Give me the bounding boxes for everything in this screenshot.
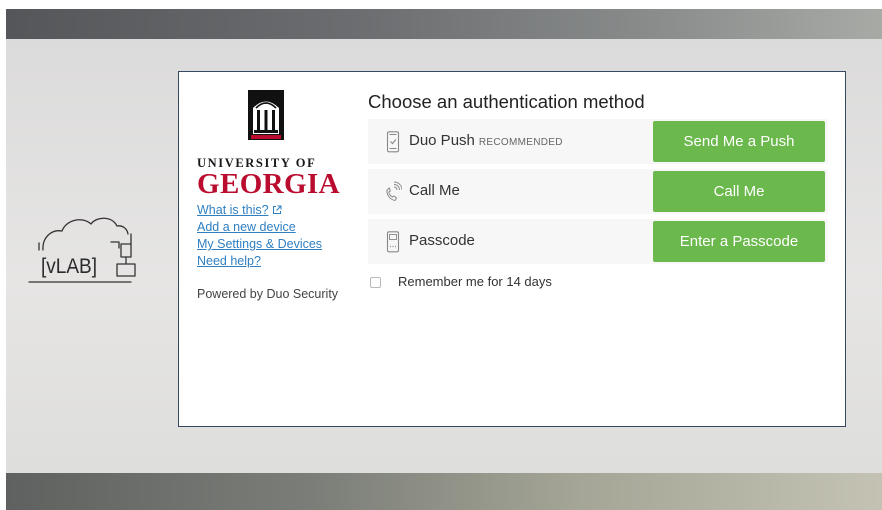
- remember-me-label[interactable]: Remember me for 14 days: [398, 274, 552, 289]
- call-me-button[interactable]: Call Me: [653, 171, 825, 212]
- recommended-badge: RECOMMENDED: [478, 137, 563, 148]
- add-device-link[interactable]: Add a new device: [197, 219, 347, 236]
- vlab-logo: [vLAB]: [28, 217, 136, 283]
- remember-me-row: Remember me for 14 days: [368, 272, 828, 292]
- vlab-logo-text: [vLAB]: [41, 255, 97, 278]
- method-row-call: Call Me Call Me: [368, 169, 828, 214]
- external-link-icon: [272, 205, 282, 214]
- duo-push-label: Duo Push: [409, 132, 475, 149]
- georgia-wordmark: GEORGIA: [197, 168, 340, 200]
- phone-check-icon: [386, 131, 400, 153]
- sidebar: UNIVERSITY OF GEORGIA What is this? Add …: [197, 90, 347, 301]
- bottom-banner: [6, 473, 882, 510]
- send-push-button[interactable]: Send Me a Push: [653, 121, 825, 162]
- top-banner: [6, 9, 882, 39]
- passcode-icon: [386, 231, 400, 253]
- auth-heading: Choose an authentication method: [368, 91, 645, 112]
- duo-prompt-frame: UNIVERSITY OF GEORGIA What is this? Add …: [178, 71, 846, 427]
- enter-passcode-button[interactable]: Enter a Passcode: [653, 221, 825, 262]
- auth-panel: Choose an authentication method Duo Push…: [368, 90, 828, 292]
- method-label-passcode: Passcode: [409, 232, 475, 249]
- remember-me-checkbox[interactable]: [370, 277, 381, 288]
- sidebar-links: What is this? Add a new device My Settin…: [197, 202, 347, 270]
- arch-icon: [248, 90, 284, 140]
- method-label-call: Call Me: [409, 182, 460, 199]
- help-link[interactable]: Need help?: [197, 253, 347, 270]
- method-row-push: Duo Push RECOMMENDED Send Me a Push: [368, 119, 828, 164]
- phone-call-icon: [386, 181, 402, 202]
- what-is-this-label: What is this?: [197, 203, 269, 217]
- what-is-this-link[interactable]: What is this?: [197, 202, 347, 219]
- method-row-passcode: Passcode Enter a Passcode: [368, 219, 828, 264]
- method-label-push: Duo Push RECOMMENDED: [409, 132, 563, 149]
- powered-by-text: Powered by Duo Security: [197, 287, 339, 301]
- settings-link[interactable]: My Settings & Devices: [197, 236, 347, 253]
